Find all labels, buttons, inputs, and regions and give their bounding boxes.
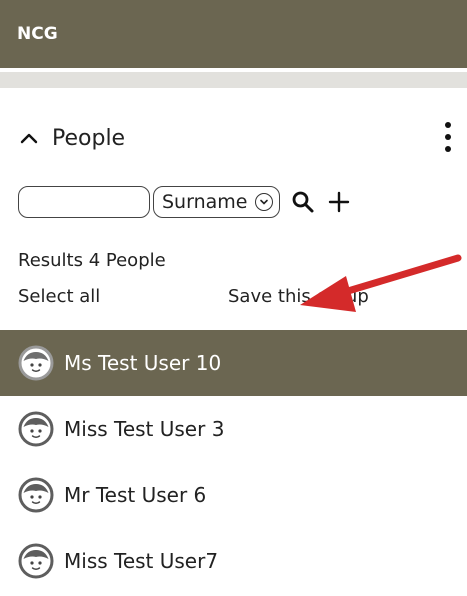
sort-select[interactable]: Surname xyxy=(153,186,281,218)
person-name: Ms Test User 10 xyxy=(64,351,222,375)
search-input[interactable] xyxy=(18,186,150,218)
people-section-header[interactable]: People xyxy=(18,118,458,158)
user-avatar-icon xyxy=(18,411,54,447)
save-group-link[interactable]: Save this group xyxy=(228,286,369,307)
person-name: Mr Test User 6 xyxy=(64,483,207,507)
list-item[interactable]: Miss Test User7 xyxy=(0,528,467,594)
person-name: Miss Test User 3 xyxy=(64,417,225,441)
section-title: People xyxy=(52,125,126,151)
chevron-up-icon[interactable] xyxy=(18,127,40,149)
people-list: Ms Test User 10 Miss Test User 3 Mr Test… xyxy=(0,330,467,594)
divider-strip xyxy=(0,72,467,88)
app-header: NCG xyxy=(0,0,467,68)
search-bar: Surname xyxy=(18,184,352,220)
user-avatar-icon xyxy=(18,477,54,513)
select-all-link[interactable]: Select all xyxy=(18,286,100,307)
list-item[interactable]: Mr Test User 6 xyxy=(0,462,467,528)
list-item[interactable]: Ms Test User 10 xyxy=(0,330,467,396)
kebab-menu-icon[interactable] xyxy=(442,122,454,152)
header-title: NCG xyxy=(17,24,58,44)
list-item[interactable]: Miss Test User 3 xyxy=(0,396,467,462)
chevron-down-icon xyxy=(255,193,274,211)
user-avatar-icon xyxy=(18,543,54,579)
plus-icon[interactable] xyxy=(326,189,352,215)
results-count: Results 4 People xyxy=(18,250,166,271)
user-avatar-icon xyxy=(18,345,54,381)
sort-select-value: Surname xyxy=(162,191,248,213)
person-name: Miss Test User7 xyxy=(64,549,219,573)
search-icon[interactable] xyxy=(290,189,316,215)
